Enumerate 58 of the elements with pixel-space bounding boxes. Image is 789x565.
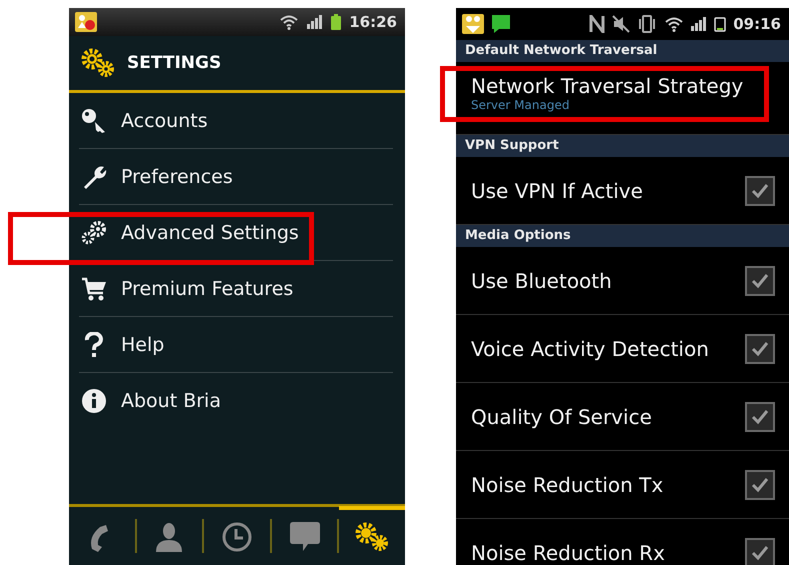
screen-title: SETTINGS (127, 53, 222, 73)
gears-icon (355, 520, 390, 552)
section-header: Media Options (456, 225, 789, 247)
settings-menu-item[interactable]: Preferences (79, 149, 393, 205)
preference-title: Noise Reduction Rx (471, 540, 665, 564)
settings-menu-item[interactable]: About Bria (79, 373, 393, 429)
checkbox[interactable] (745, 334, 775, 364)
wifi-icon (664, 16, 684, 32)
preference-item[interactable]: Voice Activity Detection (456, 315, 789, 383)
checkbox[interactable] (745, 402, 775, 432)
preference-title: Quality Of Service (471, 404, 652, 428)
preference-summary: Server Managed (471, 98, 570, 112)
signal-icon (691, 17, 708, 31)
status-time: 09:16 (733, 15, 781, 33)
wifi-icon (279, 14, 300, 30)
settings-menu-item[interactable]: Accounts (79, 93, 393, 149)
gears-icon (81, 48, 115, 78)
vibrate-icon (637, 15, 658, 33)
speech-bubble-icon (288, 520, 322, 552)
nfc-icon (589, 15, 606, 33)
settings-menu-item[interactable]: Help (79, 317, 393, 373)
app-notification-icon (75, 12, 97, 32)
gears-icon (81, 220, 107, 246)
checkmark-icon (751, 544, 769, 560)
checkbox[interactable] (745, 176, 775, 206)
preference-item[interactable]: Noise Reduction Tx (456, 451, 789, 519)
preference-title: Noise Reduction Tx (471, 472, 664, 496)
checkbox[interactable] (745, 470, 775, 500)
question-mark-icon (84, 332, 104, 358)
preference-item[interactable]: Quality Of Service (456, 383, 789, 451)
checkmark-icon (751, 408, 769, 424)
checkmark-icon (751, 272, 769, 288)
checkmark-icon (751, 340, 769, 356)
app-notification-icon (462, 14, 484, 34)
checkmark-icon (751, 182, 769, 198)
checkmark-icon (751, 476, 769, 492)
speech-bubble-icon (491, 14, 511, 34)
settings-menu-item[interactable]: Advanced Settings (79, 205, 393, 261)
section-header: Default Network Traversal (456, 40, 789, 62)
battery-icon (331, 14, 342, 30)
cart-icon (81, 276, 107, 302)
key-icon (81, 108, 107, 134)
preference-title: Voice Activity Detection (471, 336, 709, 360)
clock-icon (220, 520, 253, 552)
preference-item[interactable]: Use Bluetooth (456, 247, 789, 315)
preference-title: Use VPN If Active (471, 178, 643, 202)
signal-icon (307, 15, 324, 29)
preference-title: Network Traversal Strategy (471, 74, 744, 98)
checkbox[interactable] (745, 266, 775, 296)
section-header: VPN Support (456, 135, 789, 157)
preference-title: Use Bluetooth (471, 268, 612, 292)
muted-speaker-icon (612, 15, 630, 33)
preference-item[interactable]: Noise Reduction Rx (456, 519, 789, 565)
battery-icon (714, 16, 726, 32)
status-time: 16:26 (349, 13, 397, 31)
checkbox[interactable] (745, 538, 775, 565)
info-icon (81, 388, 107, 414)
settings-menu-item[interactable]: Premium Features (79, 261, 393, 317)
